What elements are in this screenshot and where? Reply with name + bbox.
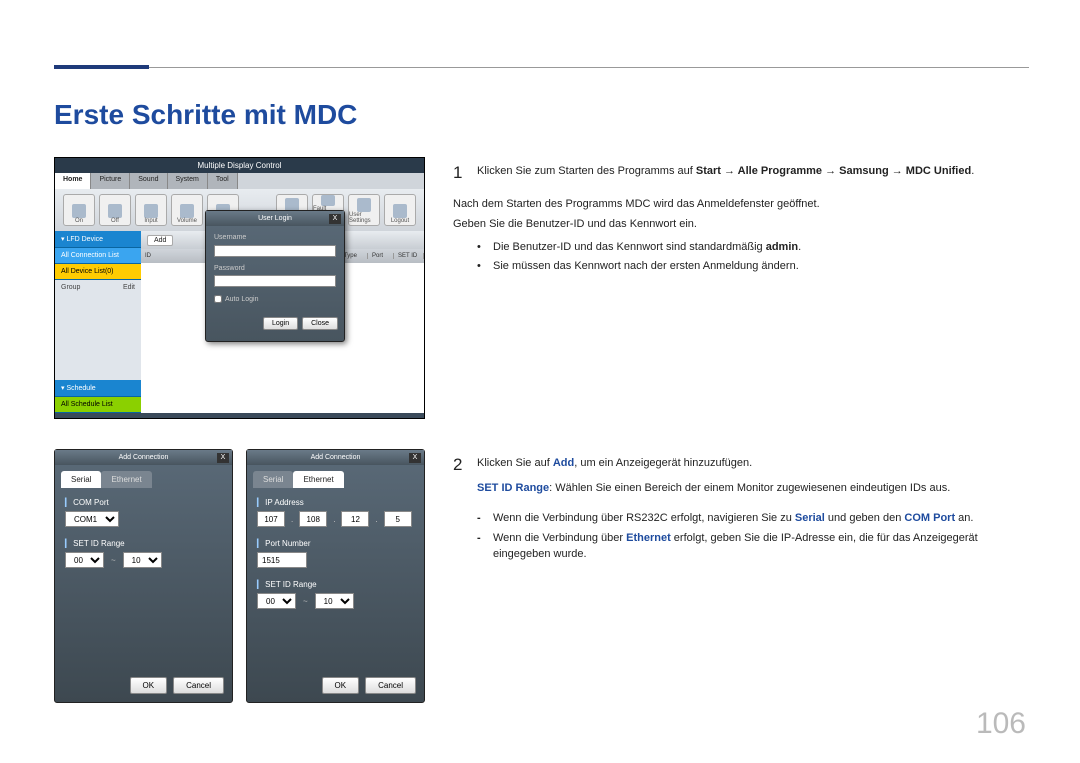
ip-oct-4[interactable]	[384, 511, 412, 527]
tab-serial[interactable]: Serial	[61, 471, 101, 488]
step2-dash2: - Wenn die Verbindung über Ethernet erfo…	[477, 530, 1029, 563]
mdc-window-title: Multiple Display Control	[55, 158, 424, 173]
port-label: Port Number	[257, 539, 414, 548]
sidebar-all-device[interactable]: All Device List(0)	[55, 264, 141, 280]
sidebar-all-connection[interactable]: All Connection List	[55, 248, 141, 264]
user-login-dialog: User Login X Username Password Auto Logi…	[205, 210, 345, 342]
addconn-title-1: Add Connection X	[55, 450, 232, 465]
password-input[interactable]	[214, 275, 336, 287]
password-label: Password	[214, 265, 336, 272]
toolbar-user-settings-button[interactable]: User Settings	[348, 194, 380, 226]
step1-bullet1: • Die Benutzer-ID und das Kennwort sind …	[477, 239, 1029, 256]
setid-label-2: SET ID Range	[257, 580, 414, 589]
toolbar-volume-button[interactable]: Volume	[171, 194, 203, 226]
step1-bullet2: • Sie müssen das Kennwort nach der erste…	[477, 258, 1029, 275]
step1-after1: Nach dem Starten des Programms MDC wird …	[453, 196, 1029, 213]
page-title: Erste Schritte mit MDC	[54, 99, 357, 131]
add-connection-dialog-serial: Add Connection X Serial Ethernet COM Por…	[54, 449, 233, 703]
sidebar-group: Group Edit	[55, 280, 141, 295]
setid-from-1[interactable]: 00	[65, 552, 104, 568]
ip-oct-2[interactable]	[299, 511, 327, 527]
comport-label: COM Port	[65, 498, 222, 507]
autologin-label: Auto Login	[225, 296, 258, 303]
login-close-button[interactable]: X	[329, 214, 341, 224]
setid-to-2[interactable]: 10	[315, 593, 354, 609]
mdc-tabs: Home Picture Sound System Tool	[55, 173, 424, 189]
setid-from-2[interactable]: 00	[257, 593, 296, 609]
addconn-ok-2[interactable]: OK	[322, 677, 360, 694]
username-label: Username	[214, 234, 336, 241]
addconn-cancel-1[interactable]: Cancel	[173, 677, 224, 694]
step2-dash1: - Wenn die Verbindung über RS232C erfolg…	[477, 510, 1029, 527]
step-1-text: 1 Klicken Sie zum Starten des Programms …	[453, 160, 1029, 278]
mdc-tab-tool[interactable]: Tool	[208, 173, 238, 189]
setid-label-1: SET ID Range	[65, 539, 222, 548]
add-connection-dialog-ethernet: Add Connection X Serial Ethernet IP Addr…	[246, 449, 425, 703]
main-add-button[interactable]: Add	[147, 235, 173, 246]
mdc-screenshot-login: Multiple Display Control Home Picture So…	[54, 157, 425, 419]
alert-icon	[321, 195, 335, 206]
mdc-tab-sound[interactable]: Sound	[130, 173, 167, 189]
step-2-number: 2	[453, 452, 477, 500]
addconn-title-2: Add Connection X	[247, 450, 424, 465]
ip-oct-1[interactable]	[257, 511, 285, 527]
toolbar-off-button[interactable]: Off	[99, 194, 131, 226]
mdc-tab-system[interactable]: System	[168, 173, 208, 189]
mdc-tab-home[interactable]: Home	[55, 173, 91, 189]
addconn-close-2[interactable]: X	[409, 453, 421, 463]
tab-ethernet[interactable]: Ethernet	[293, 471, 343, 488]
login-button[interactable]: Login	[263, 317, 298, 330]
addconn-ok-1[interactable]: OK	[130, 677, 168, 694]
header-divider	[54, 67, 1029, 68]
tab-ethernet-inactive[interactable]: Ethernet	[101, 471, 151, 488]
step-1-number: 1	[453, 160, 477, 186]
addconn-cancel-2[interactable]: Cancel	[365, 677, 416, 694]
user-icon	[357, 198, 371, 212]
comport-select[interactable]: COM1	[65, 511, 119, 527]
logout-icon	[393, 204, 407, 218]
toolbar-input-button[interactable]: Input	[135, 194, 167, 226]
step-2-text: 2 Klicken Sie auf Add, um ein Anzeigeger…	[453, 452, 1029, 566]
username-input[interactable]	[214, 245, 336, 257]
autologin-checkbox[interactable]	[214, 295, 222, 303]
page-number: 106	[976, 707, 1026, 741]
sidebar-all-schedule[interactable]: All Schedule List	[55, 397, 141, 413]
sidebar-lfd-device[interactable]: ▾ LFD Device	[55, 231, 141, 248]
mdc-sidebar: ▾ LFD Device All Connection List All Dev…	[55, 231, 141, 413]
mdc-tab-picture[interactable]: Picture	[91, 173, 130, 189]
sidebar-schedule[interactable]: ▾ Schedule	[55, 380, 141, 397]
ip-oct-3[interactable]	[341, 511, 369, 527]
step1-after2: Geben Sie die Benutzer-ID und das Kennwo…	[453, 216, 1029, 233]
sidebar-group-label: Group	[61, 284, 80, 291]
tab-serial-inactive[interactable]: Serial	[253, 471, 293, 488]
addconn-close-1[interactable]: X	[217, 453, 229, 463]
ip-label: IP Address	[257, 498, 414, 507]
sidebar-edit-button[interactable]: Edit	[123, 284, 135, 291]
login-dialog-title: User Login X	[206, 211, 344, 226]
header-accent	[54, 65, 149, 69]
port-input[interactable]	[257, 552, 307, 568]
login-close-btn[interactable]: Close	[302, 317, 338, 330]
toolbar-on-button[interactable]: On	[63, 194, 95, 226]
toolbar-logout-button[interactable]: Logout	[384, 194, 416, 226]
setid-to-1[interactable]: 10	[123, 552, 162, 568]
